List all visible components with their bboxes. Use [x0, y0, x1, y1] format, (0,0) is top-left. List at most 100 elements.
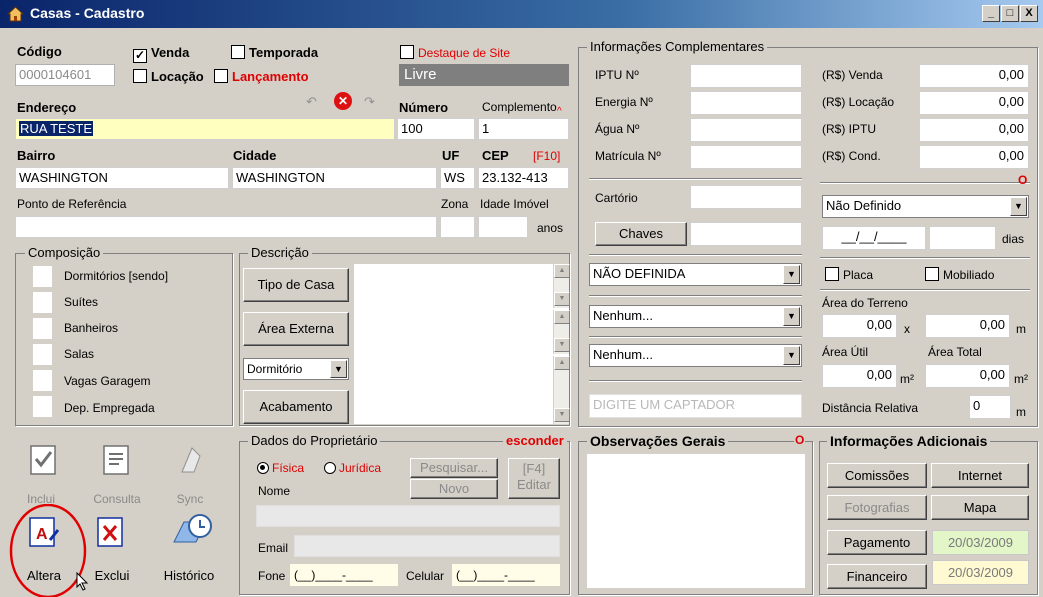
consulta-button[interactable]: Consulta [82, 442, 152, 512]
suites-field[interactable] [32, 291, 53, 314]
nao-definido-select[interactable]: Não Definido ▼ [822, 195, 1029, 218]
salas-field[interactable] [32, 343, 53, 366]
destaque-checkbox[interactable]: Destaque de Site [400, 45, 510, 60]
complemento-field[interactable]: 1 [478, 118, 569, 140]
dep-empregada-field[interactable] [32, 395, 53, 418]
nenhum-select-2[interactable]: Nenhum... ▼ [589, 344, 802, 367]
scrollbar[interactable]: ▲ ▼ [553, 356, 570, 424]
terreno-fundo-field[interactable]: 0,00 [925, 314, 1010, 338]
esconder-link[interactable]: esconder [503, 433, 567, 448]
area-externa-button[interactable]: Área Externa [243, 312, 349, 346]
energia-field[interactable] [690, 91, 802, 115]
dias-field[interactable] [929, 226, 996, 250]
uf-field[interactable]: WS [440, 167, 475, 189]
terreno-frente-field[interactable]: 0,00 [822, 314, 897, 338]
matricula-field[interactable] [690, 145, 802, 169]
nenhum-select-1[interactable]: Nenhum... ▼ [589, 305, 802, 328]
mapa-button[interactable]: Mapa [931, 495, 1029, 520]
cartorio-field[interactable] [690, 185, 802, 209]
definida-select[interactable]: NÃO DEFINIDA ▼ [589, 263, 802, 286]
chevron-down-icon: ▼ [783, 307, 800, 326]
scrollbar[interactable]: ▲ ▼ [553, 264, 570, 308]
minimize-button[interactable]: _ [982, 5, 1000, 22]
comissoes-button[interactable]: Comissões [827, 463, 927, 488]
dormitorio-select-value: Dormitório [247, 362, 303, 376]
lancamento-checkbox[interactable]: Lançamento [214, 69, 309, 84]
maximize-button[interactable]: □ [1001, 5, 1019, 22]
redo-icon[interactable]: ↷ [364, 94, 375, 110]
dormitorio-select[interactable]: Dormitório ▼ [243, 358, 349, 380]
date-field[interactable]: __/__/____ [822, 226, 926, 250]
banheiros-field[interactable] [32, 317, 53, 340]
fone-field[interactable]: (__)____-____ [290, 564, 398, 586]
temporada-checkbox[interactable]: Temporada [231, 45, 318, 60]
scroll-down-icon[interactable]: ▼ [554, 408, 570, 422]
juridica-radio[interactable]: Jurídica [324, 461, 381, 475]
locacao-valor-field[interactable]: 0,00 [919, 91, 1029, 115]
scroll-up-icon[interactable]: ▲ [554, 310, 570, 324]
iptu-field[interactable] [690, 64, 802, 88]
required-mark: O [1018, 173, 1028, 187]
internet-button[interactable]: Internet [931, 463, 1029, 488]
zona-field[interactable] [440, 216, 475, 238]
dormitorios-field[interactable] [32, 265, 53, 288]
sync-button[interactable]: Sync [160, 442, 220, 512]
cidade-field[interactable]: WASHINGTON [232, 167, 437, 189]
locacao-checkbox[interactable]: Locação [133, 69, 204, 84]
email-field[interactable] [294, 535, 560, 557]
required-mark: O [794, 433, 806, 447]
numero-field[interactable]: 100 [397, 118, 475, 140]
iptu-valor-field[interactable]: 0,00 [919, 118, 1029, 142]
idade-field[interactable] [478, 216, 528, 238]
bairro-field[interactable]: WASHINGTON [15, 167, 229, 189]
placa-checkbox[interactable]: Placa [825, 267, 873, 282]
venda-valor-field[interactable]: 0,00 [919, 64, 1029, 88]
uf-label: UF [442, 148, 460, 163]
tipo-casa-button[interactable]: Tipo de Casa [243, 268, 349, 302]
agua-field[interactable] [690, 118, 802, 142]
clear-address-icon[interactable]: ✕ [334, 92, 352, 110]
chaves-button[interactable]: Chaves [595, 222, 687, 246]
editar-button[interactable]: [F4] Editar [508, 458, 560, 499]
acabamento-button[interactable]: Acabamento [243, 390, 349, 424]
observacoes-textarea[interactable] [587, 454, 805, 588]
scrollbar[interactable]: ▲ ▼ [553, 310, 570, 354]
scroll-down-icon[interactable]: ▼ [554, 292, 570, 306]
fisica-radio[interactable]: Física [257, 461, 304, 475]
close-button[interactable]: X [1020, 5, 1038, 22]
nome-field[interactable] [256, 505, 560, 527]
exclui-button[interactable]: Exclui [82, 510, 142, 594]
celular-field[interactable]: (__)____-____ [452, 564, 560, 586]
venda-checkbox[interactable]: ✓ Venda [133, 45, 189, 63]
undo-icon[interactable]: ↶ [306, 94, 317, 110]
house-icon [6, 6, 25, 22]
scroll-up-icon[interactable]: ▲ [554, 264, 570, 278]
vagas-field[interactable] [32, 369, 53, 392]
scroll-down-icon[interactable]: ▼ [554, 338, 570, 352]
chevron-down-icon: ▼ [1010, 197, 1027, 216]
historico-button[interactable]: Histórico [152, 510, 226, 594]
codigo-field[interactable]: 0000104601 [15, 64, 115, 86]
fotografias-button[interactable]: Fotografias [827, 495, 927, 520]
pagamento-button[interactable]: Pagamento [827, 530, 927, 555]
pesquisar-button[interactable]: Pesquisar... [410, 458, 498, 478]
required-mark-icon: ^ [557, 106, 562, 117]
descricao-textarea[interactable]: ▲ ▼ ▲ ▼ ▲ ▼ [354, 264, 570, 424]
cep-field[interactable]: 23.132-413 [478, 167, 569, 189]
cond-valor-field[interactable]: 0,00 [919, 145, 1029, 169]
scroll-up-icon[interactable]: ▲ [554, 356, 570, 370]
area-util-label: Área Útil [822, 345, 869, 359]
novo-button[interactable]: Novo [410, 479, 498, 499]
mobiliado-checkbox[interactable]: Mobiliado [925, 267, 994, 282]
area-total-field[interactable]: 0,00 [925, 364, 1010, 388]
chaves-field[interactable] [690, 222, 802, 246]
distancia-field[interactable]: 0 [969, 395, 1011, 419]
cep-search-shortcut[interactable]: [F10] [533, 149, 560, 163]
inclui-button[interactable]: Inclui [16, 442, 76, 512]
suites-label: Suítes [64, 295, 99, 309]
referencia-field[interactable] [15, 216, 437, 238]
captador-field[interactable]: DIGITE UM CAPTADOR [589, 394, 802, 418]
financeiro-button[interactable]: Financeiro [827, 564, 927, 589]
endereco-field[interactable]: RUA TESTE [15, 118, 395, 140]
area-util-field[interactable]: 0,00 [822, 364, 897, 388]
